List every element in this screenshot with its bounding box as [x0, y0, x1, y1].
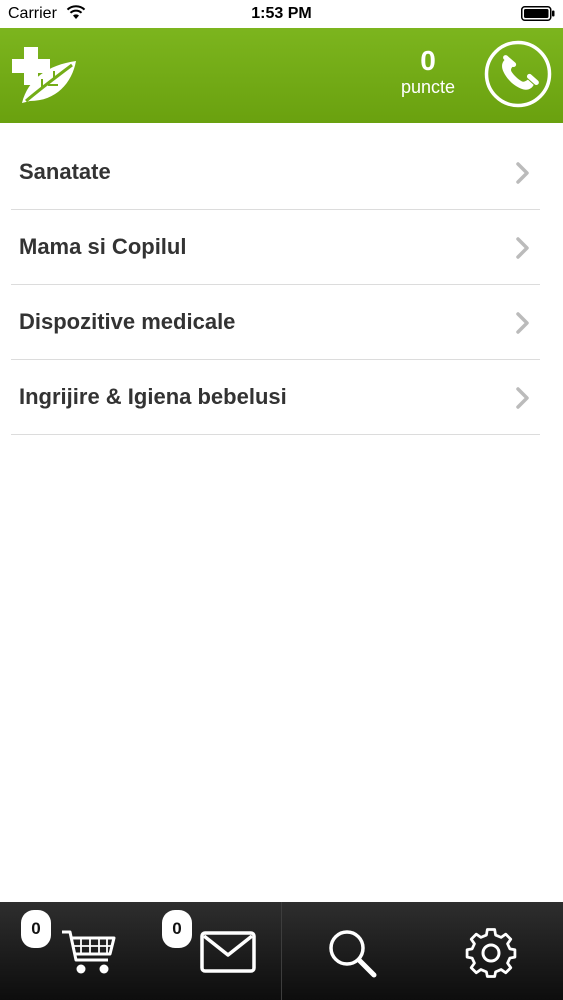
category-label: Dispozitive medicale: [19, 309, 236, 334]
cart-count-badge: 0: [21, 910, 51, 948]
app-header: 0 puncte: [0, 28, 563, 123]
chevron-right-icon: [516, 387, 529, 409]
tab-settings[interactable]: [450, 902, 530, 1000]
phone-icon[interactable]: [484, 40, 552, 108]
points-label: puncte: [400, 77, 456, 97]
category-label: Ingrijire & Igiena bebelusi: [19, 384, 287, 409]
points-counter: 0 puncte: [390, 46, 466, 98]
battery-icon: [521, 6, 555, 21]
tab-divider: [281, 902, 282, 1000]
chevron-right-icon: [516, 162, 529, 184]
cart-icon: [62, 930, 116, 974]
screen: Carrier 1:53 PM 0 puncte Sanatate Mama s…: [0, 0, 563, 1000]
category-item-mama-si-copilul[interactable]: Mama si Copilul: [11, 210, 540, 285]
tab-messages[interactable]: 0: [160, 902, 260, 1000]
status-time: 1:53 PM: [251, 5, 312, 22]
tab-cart[interactable]: 0: [20, 902, 120, 1000]
category-item-ingrijire-igiena-bebelusi[interactable]: Ingrijire & Igiena bebelusi: [11, 360, 540, 435]
tab-search[interactable]: [310, 902, 390, 1000]
search-icon: [329, 930, 377, 978]
category-item-dispozitive-medicale[interactable]: Dispozitive medicale: [11, 285, 540, 360]
category-label: Sanatate: [19, 159, 111, 184]
category-label: Mama si Copilul: [19, 234, 187, 259]
cross-leaf-logo-icon: [12, 47, 76, 103]
category-item-sanatate[interactable]: Sanatate: [11, 135, 540, 210]
gear-icon: [465, 928, 517, 978]
category-list: Sanatate Mama si Copilul Dispozitive med…: [11, 135, 540, 435]
chevron-right-icon: [516, 237, 529, 259]
chevron-right-icon: [516, 312, 529, 334]
status-bar: Carrier 1:53 PM: [0, 0, 563, 28]
messages-count-badge: 0: [162, 910, 192, 948]
mail-icon: [200, 931, 256, 973]
tab-bar: 0 0: [0, 902, 563, 1000]
points-value: 0: [420, 45, 436, 76]
